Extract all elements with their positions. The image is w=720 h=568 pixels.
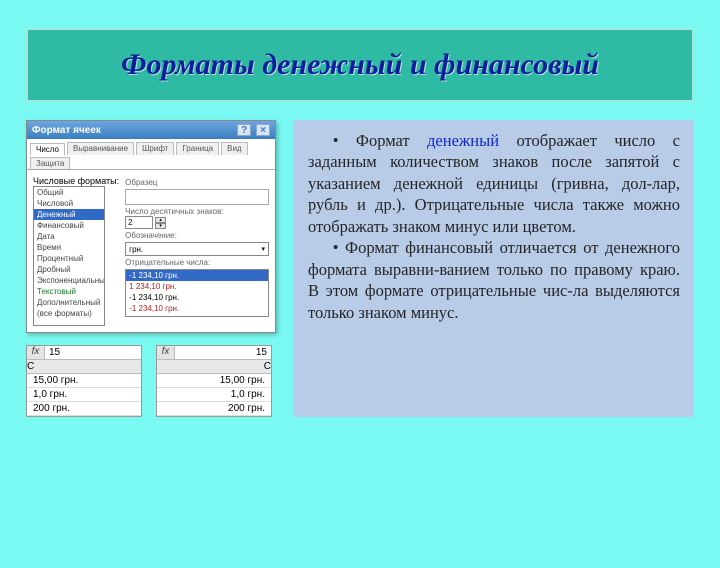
cell[interactable]: 200 грн. (157, 402, 271, 415)
list-item[interactable]: Финансовый (34, 220, 104, 231)
list-item[interactable]: Время (34, 242, 104, 253)
negative-list[interactable]: -1 234,10 грн. 1 234,10 грн. -1 234,10 г… (125, 269, 269, 317)
fx-icon[interactable]: fx (157, 346, 175, 359)
decimals-spinner[interactable]: ▴ ▾ (125, 216, 269, 229)
list-item[interactable]: Общий (34, 187, 104, 198)
paragraph-1: • Формат денежный отображает число с зад… (308, 130, 680, 237)
format-list[interactable]: Общий Числовой Денежный Финансовый Дата … (33, 186, 105, 326)
dialog-title: Формат ячеек (32, 125, 101, 136)
right-table: fx 15 C 15,00 грн. 1,0 грн. 200 грн. (156, 345, 272, 417)
neg-item[interactable]: 1 234,10 грн. (126, 281, 268, 292)
help-icon[interactable]: ? (237, 124, 251, 136)
col-header[interactable]: C (157, 360, 271, 373)
tab-border[interactable]: Граница (176, 142, 219, 155)
list-item[interactable]: Процентный (34, 253, 104, 264)
unit-label: Обозначение: (125, 231, 269, 240)
cell[interactable]: 15,00 грн. (27, 374, 141, 387)
list-item[interactable]: Экспоненциальный (34, 275, 104, 286)
cell[interactable]: 1,0 грн. (27, 388, 141, 401)
tab-align[interactable]: Выравнивание (67, 142, 134, 155)
list-item[interactable]: Дробный (34, 264, 104, 275)
paragraph-2: • Формат финансовый отличается от денежн… (308, 237, 680, 323)
close-icon[interactable]: × (256, 124, 270, 136)
description-panel: • Формат денежный отображает число с зад… (294, 120, 694, 417)
list-item[interactable]: Текстовый (34, 286, 104, 297)
tab-font[interactable]: Шрифт (136, 142, 174, 155)
fx-icon[interactable]: fx (27, 346, 45, 359)
sample-box (125, 189, 269, 205)
tab-strip: Число Выравнивание Шрифт Граница Вид Защ… (27, 139, 275, 170)
list-item[interactable]: Числовой (34, 198, 104, 209)
formula-bar[interactable]: 15 (45, 346, 141, 359)
list-item[interactable]: Дополнительный (34, 297, 104, 308)
sample-label: Образец (125, 178, 269, 187)
neg-item[interactable]: -1 234,10 грн. (126, 303, 268, 314)
list-item-selected[interactable]: Денежный (34, 209, 104, 220)
col-header[interactable]: C (27, 360, 141, 373)
cell[interactable]: 200 грн. (27, 402, 141, 415)
tab-fill[interactable]: Вид (221, 142, 247, 155)
neg-item[interactable]: -1 234,10 грн. (126, 270, 268, 281)
cell[interactable]: 1,0 грн. (157, 388, 271, 401)
list-item[interactable]: (все форматы) (34, 308, 104, 319)
formats-label: Числовые форматы: (33, 176, 119, 186)
dialog-titlebar: Формат ячеек ? × (27, 121, 275, 139)
spin-down-icon[interactable]: ▾ (155, 223, 166, 229)
decimals-label: Число десятичных знаков: (125, 207, 269, 216)
formula-bar[interactable]: 15 (175, 346, 271, 359)
money-word: денежный (427, 131, 499, 150)
title-text: Форматы денежный и финансовый (38, 48, 682, 82)
cell[interactable]: 15,00 грн. (157, 374, 271, 387)
slide-title: Форматы денежный и финансовый (26, 28, 694, 102)
neg-item[interactable]: -1 234,10 грн. (126, 292, 268, 303)
tab-number[interactable]: Число (30, 143, 65, 156)
tab-protect[interactable]: Защита (30, 157, 70, 169)
list-item[interactable]: Дата (34, 231, 104, 242)
unit-select[interactable]: грн. (125, 242, 269, 256)
decimals-input[interactable] (125, 216, 153, 229)
neg-label: Отрицательные числа: (125, 258, 269, 267)
format-cells-dialog: Формат ячеек ? × Число Выравнивание Шриф… (26, 120, 276, 333)
left-table: fx 15 C 15,00 грн. 1,0 грн. 200 грн. (26, 345, 142, 417)
